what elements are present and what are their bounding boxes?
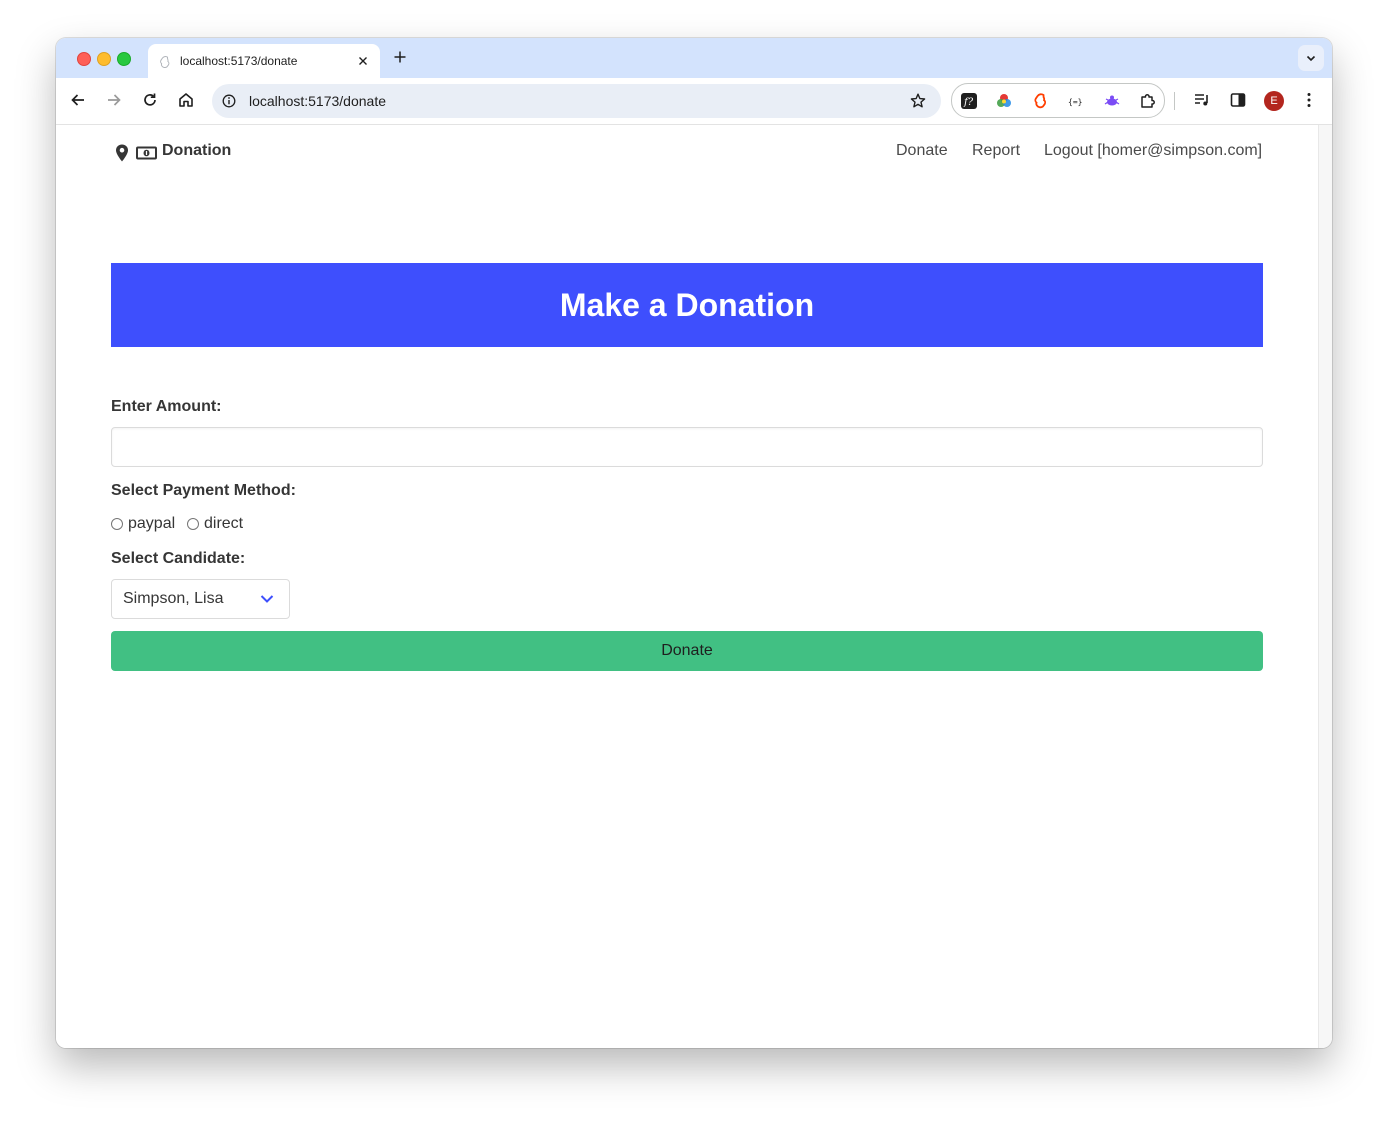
page-content: Donation Donate Report Logout [homer@sim… [56, 125, 1318, 1048]
radio-direct-label[interactable]: direct [204, 515, 243, 533]
new-tab-icon[interactable] [392, 49, 408, 65]
hero-banner: Make a Donation [111, 263, 1263, 347]
donate-button[interactable]: Donate [111, 631, 1263, 671]
json-extension-icon[interactable]: {=} [1067, 92, 1085, 110]
money-bill-icon [136, 146, 157, 160]
nav-link-donate[interactable]: Donate [896, 142, 948, 160]
chevron-down-icon [1306, 55, 1316, 62]
maximize-window-button[interactable] [117, 52, 131, 66]
amount-label: Enter Amount: [111, 398, 222, 415]
svg-text:f?: f? [963, 97, 974, 108]
payment-method-label: Select Payment Method: [111, 482, 296, 499]
svg-text:{=}: {=} [1068, 98, 1082, 107]
reload-icon[interactable] [141, 91, 159, 109]
browser-window: localhost:5173/donate localhost:5173/don… [56, 38, 1332, 1048]
kebab-menu-icon[interactable] [1300, 91, 1318, 109]
url-text: localhost:5173/donate [249, 93, 386, 109]
browser-tab[interactable]: localhost:5173/donate [148, 44, 380, 78]
nav-link-report[interactable]: Report [972, 142, 1020, 160]
radio-paypal[interactable] [111, 518, 123, 530]
svelte-extension-icon[interactable] [1031, 92, 1049, 110]
close-tab-icon[interactable] [356, 54, 370, 68]
chevron-down-icon [260, 595, 274, 603]
tab-strip: localhost:5173/donate [56, 38, 1332, 78]
media-control-icon[interactable] [1193, 91, 1211, 109]
color-wheel-extension-icon[interactable] [995, 92, 1013, 110]
forward-arrow-icon[interactable] [105, 91, 123, 109]
candidate-label: Select Candidate: [111, 550, 246, 567]
toolbar-separator [1174, 92, 1175, 110]
close-window-button[interactable] [77, 52, 91, 66]
back-arrow-icon[interactable] [69, 91, 87, 109]
extensions-group: f? {=} [951, 83, 1165, 118]
home-icon[interactable] [177, 91, 195, 109]
brand-label: Donation [162, 142, 232, 159]
browser-toolbar: localhost:5173/donate f? {=} E [56, 78, 1332, 125]
amount-input[interactable] [111, 427, 1263, 467]
candidate-selected-value: Simpson, Lisa [123, 590, 224, 607]
site-info-icon[interactable] [222, 94, 236, 108]
profile-avatar[interactable]: E [1264, 91, 1284, 111]
extensions-puzzle-icon[interactable] [1139, 92, 1157, 110]
address-bar[interactable]: localhost:5173/donate [212, 84, 941, 118]
tab-search-button[interactable] [1298, 45, 1324, 71]
radio-paypal-label[interactable]: paypal [128, 515, 175, 533]
page-scrollbar[interactable] [1318, 125, 1332, 1048]
nav-link-logout[interactable]: Logout [homer@simpson.com] [1044, 142, 1262, 160]
bookmark-star-icon[interactable] [909, 92, 927, 110]
bug-extension-icon[interactable] [1103, 92, 1121, 110]
candidate-select[interactable]: Simpson, Lisa [111, 579, 290, 619]
tab-title: localhost:5173/donate [180, 54, 298, 68]
svelte-favicon-icon [160, 56, 170, 68]
radio-direct[interactable] [187, 518, 199, 530]
side-panel-icon[interactable] [1229, 91, 1247, 109]
page-title: Make a Donation [559, 287, 815, 323]
minimize-window-button[interactable] [97, 52, 111, 66]
map-pin-icon [116, 144, 128, 162]
formula-extension-icon[interactable]: f? [960, 92, 978, 110]
